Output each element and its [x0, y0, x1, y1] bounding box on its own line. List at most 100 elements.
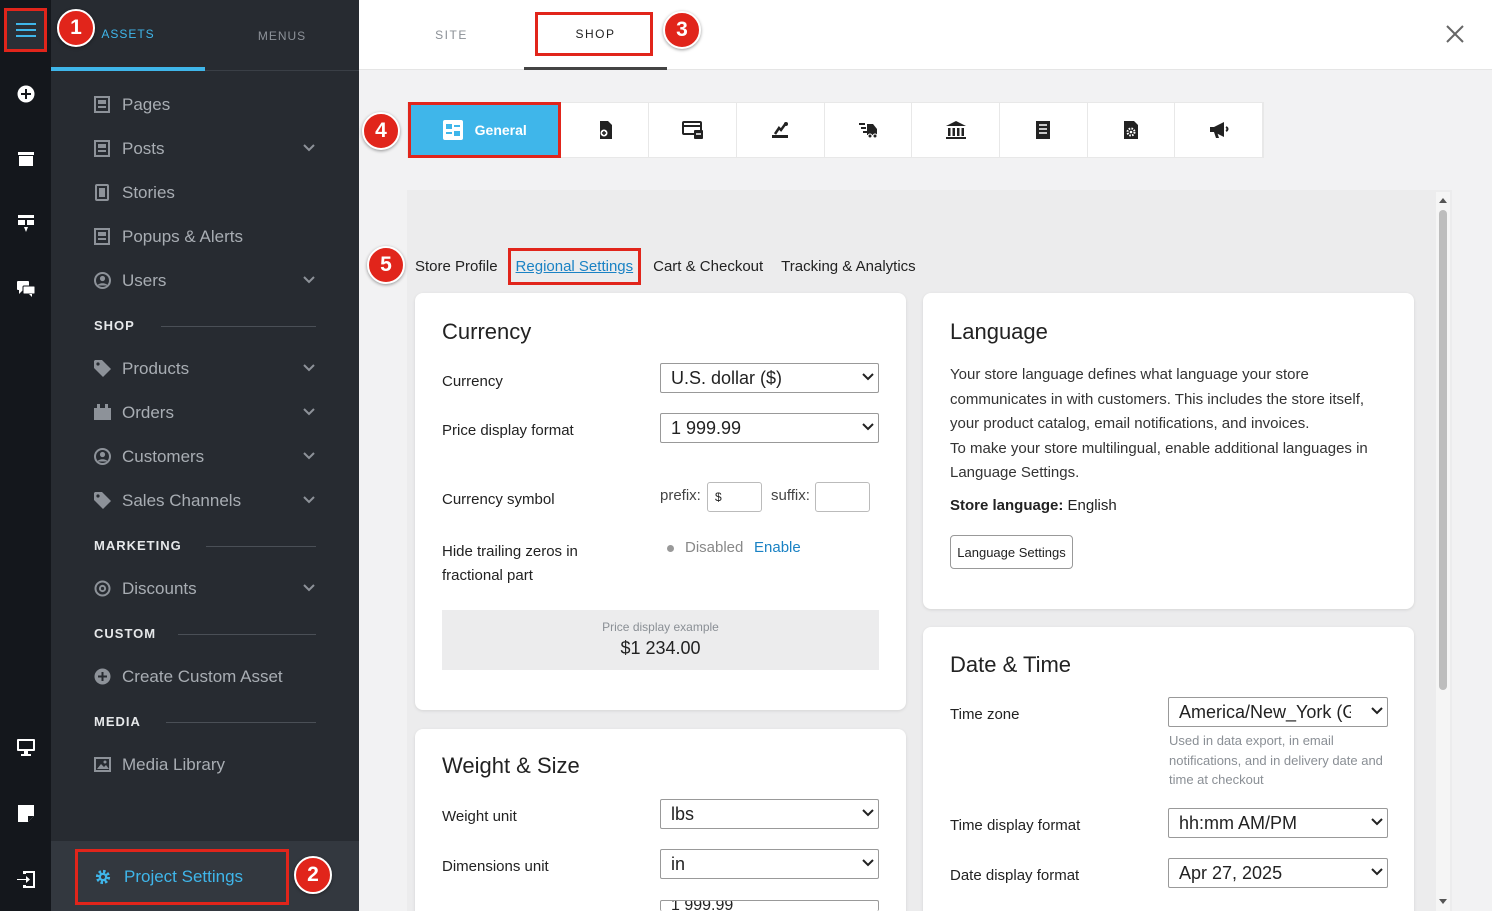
sub-tab-cart-checkout[interactable]: Cart & Checkout — [653, 258, 763, 275]
document-settings-icon[interactable] — [1088, 103, 1176, 157]
tab-site[interactable]: SITE — [414, 0, 489, 70]
sidebar-item-label: Discounts — [122, 579, 197, 598]
sidebar-item-customers[interactable]: Customers — [51, 435, 359, 479]
dimensions-unit-select[interactable]: in — [660, 849, 879, 879]
tab-menus[interactable]: MENUS — [205, 0, 359, 71]
sidebar-item-sales-channels[interactable]: Sales Channels — [51, 479, 359, 523]
sidebar-tabs: ASSETS MENUS — [51, 0, 359, 71]
currency-label: Currency — [442, 373, 503, 390]
chevron-down-icon[interactable] — [303, 452, 315, 460]
sidebar-item-orders[interactable]: Orders — [51, 391, 359, 435]
sidebar-item-users[interactable]: Users — [51, 259, 359, 303]
tax-icon[interactable] — [737, 103, 825, 157]
help-line: notifications, and in delivery date and — [1169, 752, 1383, 768]
sidebar-item-posts[interactable]: Posts — [51, 127, 359, 171]
scroll-up-icon[interactable] — [1436, 194, 1450, 206]
store-language-value: English — [1067, 497, 1117, 514]
shop-highlight — [535, 12, 653, 56]
price-example-value: $1 234.00 — [620, 638, 701, 658]
sidebar-item-create-custom-asset[interactable]: Create Custom Asset — [51, 655, 359, 699]
logout-icon[interactable] — [0, 861, 51, 897]
add-circle-icon[interactable] — [0, 76, 51, 112]
desktop-icon[interactable] — [0, 729, 51, 765]
orders-icon — [94, 404, 111, 420]
sidebar-item-stories[interactable]: Stories — [51, 171, 359, 215]
language-description: Your store language defines what languag… — [950, 363, 1380, 486]
sidebar-item-pages[interactable]: Pages — [51, 83, 359, 127]
currency-value: U.S. dollar ($) — [671, 367, 783, 388]
date-format-value: Apr 27, 2025 — [1179, 862, 1283, 883]
payment-icon[interactable] — [649, 103, 737, 157]
close-icon[interactable] — [1445, 24, 1465, 44]
chevron-down-icon — [862, 859, 874, 867]
scroll-down-icon[interactable] — [1436, 896, 1450, 908]
section-divider — [161, 326, 316, 327]
step-badge-1: 1 — [57, 9, 95, 47]
date-time-card: Date & Time Time zone America/New_York (… — [923, 627, 1414, 911]
language-desc-line: your product catalog, email notification… — [950, 415, 1310, 432]
sidebar-item-media-library[interactable]: Media Library — [51, 743, 359, 787]
user-icon — [94, 448, 111, 465]
sub-tab-tracking-analytics[interactable]: Tracking & Analytics — [781, 258, 916, 275]
story-icon — [94, 184, 110, 201]
weight-unit-select[interactable]: lbs — [660, 799, 879, 829]
time-format-select[interactable]: hh:mm AM/PM — [1168, 808, 1388, 838]
page-icon — [94, 96, 110, 113]
product-settings-icon[interactable] — [561, 103, 650, 157]
sidebar-item-label: Pages — [122, 95, 171, 114]
sidebar-item-popups[interactable]: Popups & Alerts — [51, 215, 359, 259]
weight-card-title: Weight & Size — [442, 753, 580, 778]
scrollbar-thumb[interactable] — [1439, 210, 1447, 690]
tab-shop[interactable]: SHOP — [524, 0, 667, 70]
main-panel: SITE SHOP General Store Profile Regional… — [359, 0, 1492, 911]
sidebar-item-discounts[interactable]: Discounts — [51, 567, 359, 611]
weight-format-select[interactable]: 1 999.99 — [660, 900, 879, 911]
suffix-input[interactable] — [815, 482, 870, 512]
settings-icon-toolbar: General — [407, 102, 1264, 158]
sidebar-item-label: Stories — [122, 183, 175, 202]
hide-zeros-status: Disabled — [685, 539, 744, 556]
enable-link[interactable]: Enable — [754, 539, 801, 556]
archive-icon[interactable] — [0, 141, 51, 177]
step-badge-4: 4 — [362, 112, 400, 150]
chevron-down-icon[interactable] — [303, 364, 315, 372]
at-icon — [94, 580, 111, 597]
general-button[interactable]: General — [408, 102, 562, 158]
language-settings-button[interactable]: Language Settings — [950, 535, 1073, 569]
chevron-down-icon[interactable] — [303, 144, 315, 152]
chevron-down-icon[interactable] — [303, 276, 315, 284]
date-format-select[interactable]: Apr 27, 2025 — [1168, 858, 1388, 888]
chevron-down-icon[interactable] — [303, 584, 315, 592]
project-settings-button[interactable]: Project Settings — [75, 849, 289, 905]
bank-icon[interactable] — [912, 103, 1000, 157]
sidebar-item-label: Products — [122, 359, 190, 378]
chevron-down-icon[interactable] — [303, 408, 315, 416]
chevron-down-icon[interactable] — [303, 496, 315, 504]
time-zone-value: America/New_York (GMT-4) — [1179, 701, 1351, 722]
icon-rail — [0, 0, 51, 911]
price-format-value: 1 999.99 — [671, 417, 742, 438]
comments-icon[interactable] — [0, 271, 51, 307]
shipping-icon[interactable] — [825, 103, 913, 157]
sub-tab-store-profile[interactable]: Store Profile — [415, 258, 498, 275]
sub-tab-regional-settings[interactable]: Regional Settings — [507, 247, 642, 285]
dimensions-unit-label: Dimensions unit — [442, 858, 549, 875]
tag-icon — [94, 492, 111, 509]
currency-select[interactable]: U.S. dollar ($) — [660, 363, 879, 393]
help-line: Used in data export, in email — [1169, 733, 1334, 748]
general-label: General — [474, 122, 527, 138]
prefix-input[interactable]: $ — [707, 482, 762, 512]
weight-unit-value: lbs — [671, 803, 695, 824]
note-icon[interactable] — [0, 795, 51, 831]
sidebar-item-products[interactable]: Products — [51, 347, 359, 391]
vertical-scrollbar[interactable] — [1436, 192, 1450, 911]
date-format-label: Date display format — [950, 867, 1080, 884]
time-format-value: hh:mm AM/PM — [1179, 812, 1298, 833]
hamburger-menu-icon[interactable] — [4, 8, 47, 52]
hide-zeros-label-2: fractional part — [442, 567, 533, 584]
layout-icon[interactable] — [0, 206, 51, 242]
time-zone-select[interactable]: America/New_York (GMT-4) — [1168, 697, 1388, 727]
marketing-megaphone-icon[interactable] — [1175, 103, 1263, 157]
invoice-icon[interactable] — [1000, 103, 1088, 157]
price-format-select[interactable]: 1 999.99 — [660, 413, 879, 443]
